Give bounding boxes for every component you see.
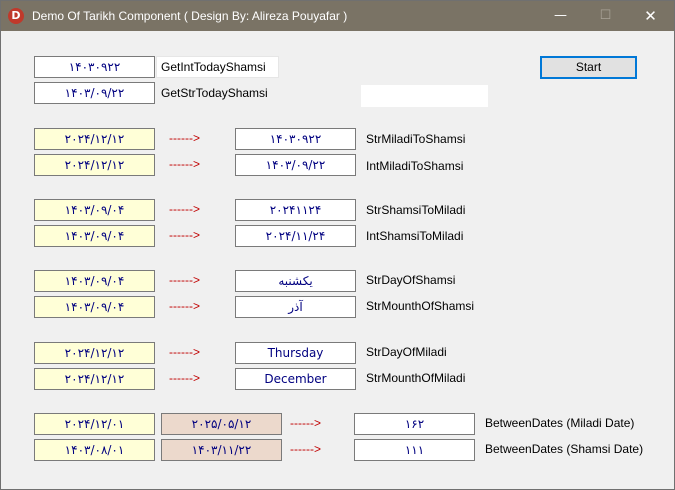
- str-miladi-to-shamsi-output[interactable]: ۱۴۰۳۰۹۲۲: [235, 128, 356, 150]
- str-today-shamsi-label: GetStrTodayShamsi: [161, 86, 268, 100]
- close-button[interactable]: ✕: [628, 1, 673, 31]
- arrow-indicator: ------>: [169, 202, 200, 216]
- int-miladi-to-shamsi-output[interactable]: ۱۴۰۳/۰۹/۲۲: [235, 154, 356, 176]
- arrow-indicator: ------>: [169, 228, 200, 242]
- between-miladi-result[interactable]: ۱۶۲: [354, 413, 475, 435]
- maximize-button[interactable]: ☐: [583, 1, 628, 31]
- arrow-indicator: ------>: [169, 345, 200, 359]
- int-shamsi-to-miladi-label: IntShamsiToMiladi: [366, 229, 464, 243]
- int-miladi-to-shamsi-input[interactable]: ۲۰۲۴/۱۲/۱۲: [34, 154, 155, 176]
- arrow-indicator: ------>: [169, 131, 200, 145]
- str-day-of-miladi-output[interactable]: Thursday: [235, 342, 356, 364]
- str-shamsi-to-miladi-input[interactable]: ۱۴۰۳/۰۹/۰۴: [34, 199, 155, 221]
- str-today-shamsi-field[interactable]: ۱۴۰۳/۰۹/۲۲: [34, 82, 155, 104]
- str-day-of-miladi-label: StrDayOfMiladi: [366, 345, 447, 359]
- int-miladi-to-shamsi-label: IntMiladiToShamsi: [366, 159, 464, 173]
- str-mounth-of-shamsi-output[interactable]: آذر: [235, 296, 356, 318]
- start-button[interactable]: Start: [540, 56, 637, 79]
- app-icon: D: [8, 8, 24, 24]
- arrow-indicator: ------>: [290, 442, 321, 456]
- str-day-of-shamsi-input[interactable]: ۱۴۰۳/۰۹/۰۴: [34, 270, 155, 292]
- str-miladi-to-shamsi-label: StrMiladiToShamsi: [366, 132, 466, 146]
- int-shamsi-to-miladi-input[interactable]: ۱۴۰۳/۰۹/۰۴: [34, 225, 155, 247]
- str-mounth-of-shamsi-input[interactable]: ۱۴۰۳/۰۹/۰۴: [34, 296, 155, 318]
- between-shamsi-result[interactable]: ۱۱۱: [354, 439, 475, 461]
- between-shamsi-from-input[interactable]: ۱۴۰۳/۰۸/۰۱: [34, 439, 155, 461]
- int-today-shamsi-field[interactable]: ۱۴۰۳۰۹۲۲: [34, 56, 155, 78]
- str-shamsi-to-miladi-output[interactable]: ۲۰۲۴۱۱۲۴: [235, 199, 356, 221]
- minimize-button[interactable]: —: [538, 1, 583, 31]
- between-miladi-to-input[interactable]: ۲۰۲۵/۰۵/۱۲: [161, 413, 282, 435]
- blank-panel: [361, 85, 488, 107]
- window-title: Demo Of Tarikh Component ( Design By: Al…: [32, 9, 348, 23]
- str-mounth-of-shamsi-label: StrMounthOfShamsi: [366, 299, 475, 313]
- arrow-indicator: ------>: [169, 299, 200, 313]
- main-window: D Demo Of Tarikh Component ( Design By: …: [0, 0, 675, 490]
- str-day-of-shamsi-output[interactable]: یکشنبه: [235, 270, 356, 292]
- str-mounth-of-miladi-input[interactable]: ۲۰۲۴/۱۲/۱۲: [34, 368, 155, 390]
- between-shamsi-to-input[interactable]: ۱۴۰۳/۱۱/۲۲: [161, 439, 282, 461]
- arrow-indicator: ------>: [169, 157, 200, 171]
- str-miladi-to-shamsi-input[interactable]: ۲۰۲۴/۱۲/۱۲: [34, 128, 155, 150]
- between-miladi-label: BetweenDates (Miladi Date): [485, 416, 635, 430]
- str-mounth-of-miladi-output[interactable]: December: [235, 368, 356, 390]
- str-day-of-miladi-input[interactable]: ۲۰۲۴/۱۲/۱۲: [34, 342, 155, 364]
- str-mounth-of-miladi-label: StrMounthOfMiladi: [366, 371, 466, 385]
- int-today-shamsi-label: GetIntTodayShamsi: [161, 60, 266, 74]
- arrow-indicator: ------>: [169, 273, 200, 287]
- between-shamsi-label: BetweenDates (Shamsi Date): [485, 442, 644, 456]
- arrow-indicator: ------>: [169, 371, 200, 385]
- int-shamsi-to-miladi-output[interactable]: ۲۰۲۴/۱۱/۲۴: [235, 225, 356, 247]
- str-shamsi-to-miladi-label: StrShamsiToMiladi: [366, 203, 466, 217]
- str-day-of-shamsi-label: StrDayOfShamsi: [366, 273, 456, 287]
- between-miladi-from-input[interactable]: ۲۰۲۴/۱۲/۰۱: [34, 413, 155, 435]
- title-bar[interactable]: D Demo Of Tarikh Component ( Design By: …: [1, 1, 674, 31]
- arrow-indicator: ------>: [290, 416, 321, 430]
